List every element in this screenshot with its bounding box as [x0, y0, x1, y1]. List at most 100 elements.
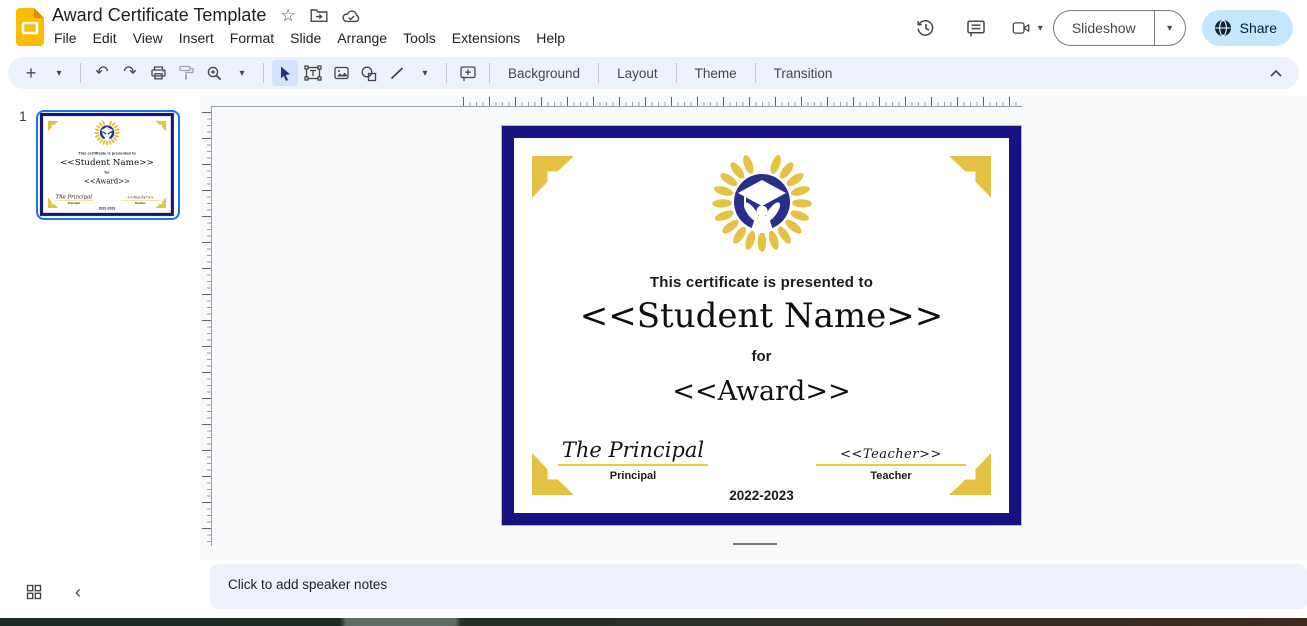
- zoom-caret[interactable]: ▾: [229, 60, 255, 86]
- year-text[interactable]: 2022-2023: [514, 488, 1009, 503]
- principal-label: Principal: [609, 470, 657, 482]
- award-text[interactable]: <<Award>>: [43, 178, 171, 186]
- menu-tools[interactable]: Tools: [395, 28, 444, 48]
- redo-button[interactable]: ↷: [117, 60, 143, 86]
- gold-corner-ornament: [47, 120, 59, 132]
- award-text[interactable]: <<Award>>: [514, 376, 1009, 407]
- undo-button[interactable]: ↶: [89, 60, 115, 86]
- insert-comment-button[interactable]: [455, 60, 481, 86]
- signature-line: [816, 464, 966, 466]
- insert-image-button[interactable]: [328, 60, 354, 86]
- menu-help[interactable]: Help: [528, 28, 573, 48]
- certificate: This certificate is presented to <<Stude…: [501, 125, 1022, 526]
- presented-text[interactable]: This certificate is presented to: [43, 151, 171, 155]
- collapse-filmstrip-button[interactable]: ‹: [64, 578, 92, 606]
- presented-text[interactable]: This certificate is presented to: [514, 274, 1009, 291]
- menu-file[interactable]: File: [46, 28, 85, 48]
- teacher-signature: <<Teacher>>: [127, 195, 154, 200]
- teacher-label: Teacher: [135, 201, 146, 205]
- for-text[interactable]: for: [43, 170, 171, 174]
- scroll-indicator[interactable]: [733, 543, 777, 545]
- speaker-notes-placeholder: Click to add speaker notes: [228, 577, 388, 592]
- new-slide-button[interactable]: +: [18, 60, 44, 86]
- google-slides-app: Award Certificate Template ☆ File Edit V…: [0, 0, 1307, 626]
- signature-line: [121, 200, 160, 201]
- menu-extensions[interactable]: Extensions: [444, 28, 528, 48]
- student-name-text[interactable]: <<Student Name>>: [514, 296, 1009, 336]
- transition-button[interactable]: Transition: [764, 60, 843, 86]
- star-icon[interactable]: ☆: [280, 7, 295, 24]
- toolbar: + ▾ ↶ ↷ ▾ ▾ Background Layout Theme Tran…: [8, 57, 1299, 89]
- slideshow-group: Slideshow ▾: [1052, 10, 1186, 46]
- principal-signature-block[interactable]: The Principal Principal: [558, 432, 708, 482]
- toolbar-separator: [80, 63, 81, 83]
- certificate: This certificate is presented to <<Stude…: [39, 112, 175, 217]
- desktop-edge-strip: [0, 618, 1307, 626]
- gold-corner-ornament: [532, 156, 574, 198]
- laurel-graduate-logo: [91, 119, 123, 146]
- slideshow-button[interactable]: Slideshow: [1052, 10, 1154, 46]
- year-text[interactable]: 2022-2023: [43, 206, 171, 210]
- paint-format-button[interactable]: [173, 60, 199, 86]
- meet-controls: ▾: [1006, 8, 1043, 48]
- student-name-text[interactable]: <<Student Name>>: [43, 157, 171, 167]
- hide-menus-button[interactable]: [1263, 60, 1289, 86]
- teacher-signature: <<Teacher>>: [840, 447, 942, 462]
- slideshow-label: Slideshow: [1071, 20, 1136, 36]
- principal-signature: The Principal: [55, 193, 93, 200]
- theme-button[interactable]: Theme: [685, 60, 747, 86]
- principal-signature: The Principal: [561, 438, 705, 462]
- teacher-signature-block[interactable]: <<Teacher>> Teacher: [121, 192, 160, 205]
- toolbar-separator: [263, 63, 264, 83]
- meet-camera-button[interactable]: [1006, 8, 1036, 48]
- menubar: File Edit View Insert Format Slide Arran…: [46, 28, 573, 48]
- gold-corner-ornament: [155, 121, 166, 132]
- share-button[interactable]: Share: [1201, 10, 1293, 46]
- layout-button[interactable]: Layout: [607, 60, 668, 86]
- background-button[interactable]: Background: [498, 60, 590, 86]
- menu-arrange[interactable]: Arrange: [329, 28, 395, 48]
- signature-line: [558, 464, 708, 466]
- horizontal-ruler: [463, 97, 1022, 106]
- canvas: This certificate is presented to <<Stude…: [200, 96, 1307, 560]
- slideshow-dropdown-button[interactable]: ▾: [1153, 10, 1186, 46]
- principal-signature-block[interactable]: The Principal Principal: [54, 192, 94, 205]
- slide-thumbnail-preview: This certificate is presented to <<Stude…: [39, 112, 175, 217]
- menu-format[interactable]: Format: [222, 28, 282, 48]
- zoom-tool-button[interactable]: [201, 60, 227, 86]
- principal-label: Principal: [67, 201, 80, 205]
- menu-view[interactable]: View: [125, 28, 171, 48]
- slideshow-caret-icon: ▾: [1167, 22, 1173, 34]
- print-button[interactable]: [145, 60, 171, 86]
- slide-editor[interactable]: This certificate is presented to <<Stude…: [501, 125, 1022, 526]
- share-visibility-icon: [1214, 19, 1232, 37]
- document-title[interactable]: Award Certificate Template: [52, 5, 266, 26]
- line-caret[interactable]: ▾: [412, 60, 438, 86]
- version-history-button[interactable]: [906, 8, 946, 48]
- slide-thumbnail[interactable]: This certificate is presented to <<Stude…: [36, 110, 180, 220]
- slides-logo-icon[interactable]: [16, 8, 44, 46]
- menu-slide[interactable]: Slide: [282, 28, 329, 48]
- teacher-signature-block[interactable]: <<Teacher>> Teacher: [816, 432, 966, 482]
- cloud-status-icon[interactable]: [342, 9, 361, 23]
- speaker-notes-input[interactable]: Click to add speaker notes: [210, 564, 1307, 609]
- new-slide-caret[interactable]: ▾: [46, 60, 72, 86]
- toolbar-separator: [675, 63, 677, 83]
- meet-caret-icon[interactable]: ▾: [1038, 23, 1043, 34]
- laurel-graduate-logo: [700, 150, 824, 254]
- share-label: Share: [1239, 20, 1277, 36]
- vertical-ruler: [202, 112, 211, 542]
- insert-line-button[interactable]: [384, 60, 410, 86]
- move-to-folder-icon[interactable]: [310, 8, 328, 23]
- menu-insert[interactable]: Insert: [171, 28, 222, 48]
- select-tool-button[interactable]: [272, 60, 298, 86]
- text-box-button[interactable]: [300, 60, 326, 86]
- toolbar-separator: [446, 63, 447, 83]
- comments-button[interactable]: [956, 8, 996, 48]
- insert-shape-button[interactable]: [356, 60, 382, 86]
- for-text[interactable]: for: [514, 348, 1009, 365]
- signature-line: [54, 200, 94, 201]
- menu-edit[interactable]: Edit: [85, 28, 125, 48]
- teacher-label: Teacher: [870, 470, 912, 482]
- grid-view-button[interactable]: [20, 578, 48, 606]
